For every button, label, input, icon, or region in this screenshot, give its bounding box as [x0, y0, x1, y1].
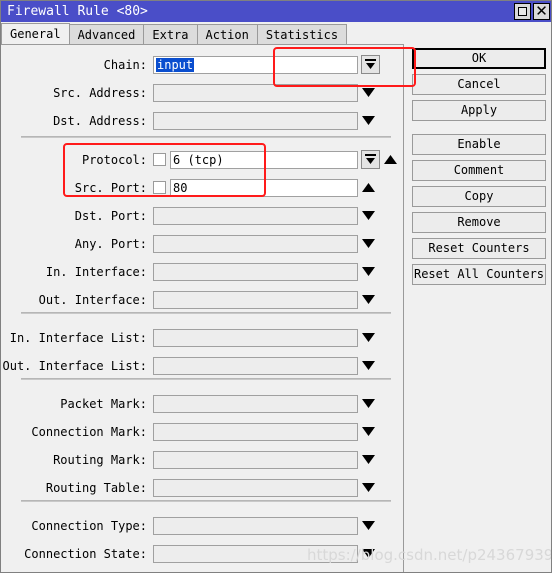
comment-button[interactable]: Comment: [412, 160, 546, 181]
label-connection-state: Connection State:: [24, 546, 147, 561]
field-row-protocol: Protocol: 6 (tcp): [1, 149, 401, 170]
maximize-icon[interactable]: [514, 3, 531, 20]
checkbox-protocol[interactable]: [153, 153, 166, 166]
field-row-src-address: Src. Address:: [1, 82, 401, 103]
field-row-connection-mark: Connection Mark:: [1, 421, 401, 442]
chevron-down-icon-out-interface-list[interactable]: [358, 361, 378, 370]
firewall-rule-dialog: Firewall Rule <80> ✕ General Advanced Extr…: [0, 0, 552, 573]
section-divider-0: [21, 136, 391, 138]
tab-action[interactable]: Action: [196, 24, 258, 44]
field-row-out-interface-list: Out. Interface List:: [1, 355, 401, 376]
reset-counters-button[interactable]: Reset Counters: [412, 238, 546, 259]
label-out-interface-list: Out. Interface List:: [2, 358, 148, 373]
input-dst-address[interactable]: [153, 111, 358, 130]
input-src-port[interactable]: 80: [170, 178, 358, 197]
chevron-down-icon-any-port[interactable]: [358, 239, 378, 248]
section-divider-3: [21, 500, 391, 502]
input-connection-type[interactable]: [153, 516, 358, 535]
field-row-in-interface-list: In. Interface List:: [1, 327, 401, 348]
section-divider-1: [21, 312, 391, 314]
field-row-out-interface: Out. Interface:: [1, 289, 401, 310]
field-row-routing-table: Routing Table:: [1, 477, 401, 498]
tab-advanced[interactable]: Advanced: [68, 24, 145, 44]
field-row-dst-address: Dst. Address:: [1, 110, 401, 131]
chevron-up-icon-src-port[interactable]: [358, 183, 378, 192]
label-out-interface: Out. Interface:: [38, 292, 147, 307]
dropdown-button-protocol[interactable]: [361, 150, 380, 169]
dialog-button-panel: OK Cancel Apply Enable Comment Copy Remove Rese…: [404, 44, 551, 572]
label-dst-port: Dst. Port:: [74, 208, 147, 223]
general-tab-panel: Chain: input Src. Address: Dst. Address: Pro…: [1, 44, 403, 572]
chevron-down-icon-dst-port[interactable]: [358, 211, 378, 220]
input-chain[interactable]: input: [153, 55, 358, 74]
checkbox-src-port[interactable]: [153, 181, 166, 194]
input-routing-mark[interactable]: [153, 450, 358, 469]
label-packet-mark: Packet Mark:: [60, 396, 147, 411]
label-chain: Chain:: [103, 57, 147, 72]
label-routing-table: Routing Table:: [45, 480, 147, 495]
input-out-interface-list[interactable]: [153, 356, 358, 375]
chevron-down-icon-out-interface[interactable]: [358, 295, 378, 304]
apply-button[interactable]: Apply: [412, 100, 546, 121]
dropdown-button-chain[interactable]: [361, 55, 380, 74]
enable-button[interactable]: Enable: [412, 134, 546, 155]
label-connection-mark: Connection Mark:: [31, 424, 147, 439]
field-row-in-interface: In. Interface:: [1, 261, 401, 282]
input-any-port[interactable]: [153, 234, 358, 253]
field-row-src-port: Src. Port: 80: [1, 177, 401, 198]
reset-all-counters-button[interactable]: Reset All Counters: [412, 264, 546, 285]
chevron-down-icon-dst-address[interactable]: [358, 116, 378, 125]
chevron-down-icon-in-interface[interactable]: [358, 267, 378, 276]
chevron-down-icon-packet-mark[interactable]: [358, 399, 378, 408]
window-title: Firewall Rule <80>: [7, 4, 148, 19]
tab-extra[interactable]: Extra: [143, 24, 198, 44]
watermark-text: https://blog.csdn.net/p243679396: [307, 546, 552, 564]
field-row-packet-mark: Packet Mark:: [1, 393, 401, 414]
label-src-address: Src. Address:: [53, 85, 147, 100]
tab-strip: General Advanced Extra Action Statistics: [1, 23, 551, 44]
chevron-up-icon-protocol[interactable]: [380, 155, 400, 164]
label-routing-mark: Routing Mark:: [53, 452, 147, 467]
input-connection-mark[interactable]: [153, 422, 358, 441]
chevron-down-icon-connection-type[interactable]: [358, 521, 378, 530]
chevron-down-icon-in-interface-list[interactable]: [358, 333, 378, 342]
label-connection-type: Connection Type:: [31, 518, 147, 533]
chevron-down-icon-routing-mark[interactable]: [358, 455, 378, 464]
window-titlebar: Firewall Rule <80> ✕: [1, 1, 551, 22]
field-row-connection-type: Connection Type:: [1, 515, 401, 536]
selected-text: input: [156, 57, 195, 72]
input-routing-table[interactable]: [153, 478, 358, 497]
input-dst-port[interactable]: [153, 206, 358, 225]
field-row-dst-port: Dst. Port:: [1, 205, 401, 226]
copy-button[interactable]: Copy: [412, 186, 546, 207]
label-dst-address: Dst. Address:: [53, 113, 147, 128]
chevron-down-icon-src-address[interactable]: [358, 88, 378, 97]
input-protocol[interactable]: 6 (tcp): [170, 150, 358, 169]
label-any-port: Any. Port:: [74, 236, 147, 251]
input-in-interface-list[interactable]: [153, 328, 358, 347]
label-protocol: Protocol:: [81, 152, 147, 167]
field-row-routing-mark: Routing Mark:: [1, 449, 401, 470]
chevron-down-icon-routing-table[interactable]: [358, 483, 378, 492]
input-in-interface[interactable]: [153, 262, 358, 281]
chevron-down-icon-connection-mark[interactable]: [358, 427, 378, 436]
section-divider-2: [21, 378, 391, 380]
label-in-interface: In. Interface:: [45, 264, 147, 279]
label-in-interface-list: In. Interface List:: [9, 330, 147, 345]
ok-button[interactable]: OK: [412, 48, 546, 69]
input-src-address[interactable]: [153, 83, 358, 102]
input-packet-mark[interactable]: [153, 394, 358, 413]
input-out-interface[interactable]: [153, 290, 358, 309]
label-src-port: Src. Port:: [74, 180, 147, 195]
tab-statistics[interactable]: Statistics: [256, 24, 348, 44]
field-row-any-port: Any. Port:: [1, 233, 401, 254]
close-icon[interactable]: ✕: [533, 3, 550, 20]
tab-general[interactable]: General: [1, 23, 70, 44]
cancel-button[interactable]: Cancel: [412, 74, 546, 95]
field-row-chain: Chain: input: [1, 54, 401, 75]
remove-button[interactable]: Remove: [412, 212, 546, 233]
